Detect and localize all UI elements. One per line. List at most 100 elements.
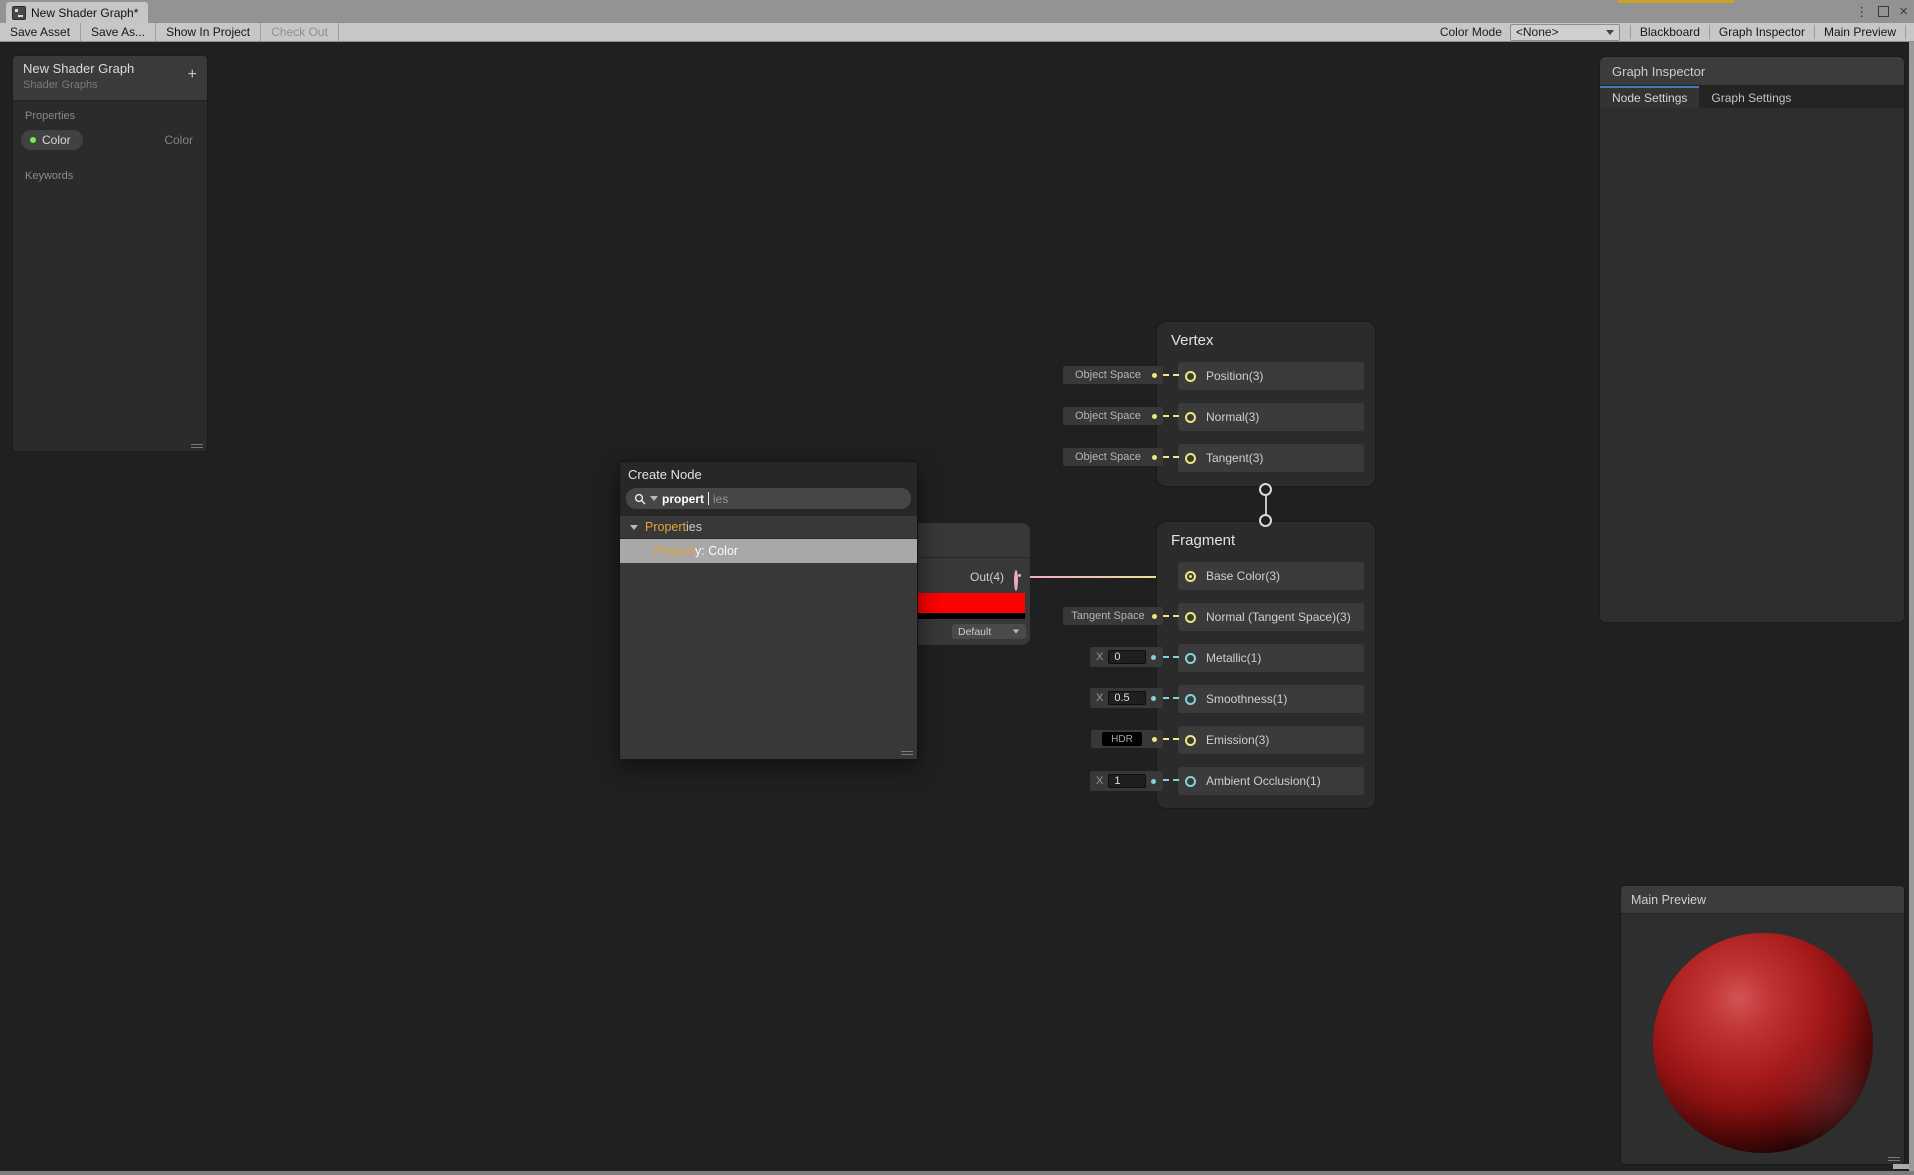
graph-type-label: Shader Graphs	[23, 79, 98, 91]
float-port-icon[interactable]	[1185, 693, 1196, 705]
vertex-row-position[interactable]: Position(3)	[1178, 362, 1364, 390]
search-filter-dropdown-icon[interactable]	[650, 496, 658, 501]
metallic-value-field[interactable]: 0	[1108, 650, 1147, 664]
emission-hdr-chip[interactable]: HDR	[1091, 730, 1163, 748]
save-as-button[interactable]: Save As...	[81, 23, 157, 41]
fragment-node[interactable]: Fragment Base Color(3) Normal (Tangent S…	[1156, 521, 1376, 809]
port-label: Position(3)	[1206, 369, 1264, 383]
chip-connector	[1163, 615, 1179, 617]
close-icon[interactable]: ×	[1899, 4, 1908, 19]
out-port-label: Out(4)	[969, 570, 1004, 584]
float-dot-icon	[1151, 695, 1157, 701]
inspector-tab-bar: Node Settings Graph Settings	[1600, 86, 1904, 108]
chip-connector	[1163, 456, 1179, 458]
color-mode-select[interactable]: Default	[952, 624, 1026, 639]
vector3-port-icon[interactable]	[1185, 370, 1196, 382]
vertex-row-tangent[interactable]: Tangent(3)	[1178, 444, 1364, 472]
shader-preview-sphere[interactable]	[1653, 933, 1873, 1153]
vector3-dot-icon	[1152, 736, 1157, 742]
float-port-icon[interactable]	[1185, 652, 1196, 664]
vector3-port-connected-icon[interactable]	[1185, 570, 1196, 582]
chip-connector	[1163, 779, 1179, 781]
float-port-icon[interactable]	[1185, 775, 1196, 787]
window-menu-icon[interactable]: ⋮	[1855, 5, 1868, 18]
ambient-occlusion-value-field[interactable]: 1	[1108, 774, 1147, 788]
stack-link-knob[interactable]	[1259, 514, 1272, 527]
text-caret	[708, 492, 709, 505]
fragment-row-ambient-occlusion[interactable]: Ambient Occlusion(1)	[1178, 767, 1364, 795]
object-space-chip[interactable]: Object Space	[1063, 448, 1163, 466]
hdr-color-field[interactable]: HDR	[1102, 732, 1142, 746]
fragment-row-base-color[interactable]: Base Color(3)	[1178, 562, 1364, 590]
preview-resize-grip[interactable]	[1888, 1157, 1900, 1161]
exposed-dot-icon	[30, 137, 36, 143]
check-out-button: Check Out	[261, 23, 339, 41]
vector3-port-icon[interactable]	[1185, 734, 1196, 746]
window-bottom-border[interactable]	[0, 1171, 1914, 1175]
result-row-property-color[interactable]: Property: Color	[620, 539, 917, 563]
save-asset-button[interactable]: Save Asset	[0, 23, 82, 41]
shader-graph-window: Vertex Position(3) Normal(3) Tangent(3) …	[0, 0, 1914, 1175]
properties-section-label: Properties	[25, 110, 76, 122]
dialog-resize-grip[interactable]	[901, 751, 913, 755]
main-preview-toggle-button[interactable]: Main Preview	[1813, 25, 1906, 39]
maximize-icon[interactable]	[1878, 6, 1890, 17]
blackboard-toggle-button[interactable]: Blackboard	[1629, 25, 1709, 39]
vertex-row-normal[interactable]: Normal(3)	[1178, 403, 1364, 431]
document-tab-title: New Shader Graph*	[31, 5, 139, 20]
graph-name: New Shader Graph	[23, 61, 135, 76]
fragment-row-emission[interactable]: Emission(3)	[1178, 726, 1364, 754]
color-node[interactable]: Out(4) Default	[918, 523, 1030, 645]
chip-connector	[1163, 656, 1179, 658]
property-pill-color[interactable]: Color	[21, 130, 83, 150]
color-swatch[interactable]	[918, 593, 1025, 613]
metallic-value-chip[interactable]: X 0	[1090, 647, 1163, 667]
stack-link-knob[interactable]	[1259, 483, 1272, 496]
vertex-node[interactable]: Vertex Position(3) Normal(3) Tangent(3)	[1156, 321, 1376, 487]
object-space-chip[interactable]: Object Space	[1063, 366, 1163, 384]
vector3-port-icon[interactable]	[1185, 611, 1196, 623]
port-label: Metallic(1)	[1206, 651, 1262, 665]
vector3-dot-icon	[1152, 454, 1157, 460]
chevron-down-icon	[1012, 629, 1020, 634]
main-preview-panel: Main Preview	[1620, 885, 1905, 1165]
blackboard-resize-grip[interactable]	[191, 444, 203, 448]
category-expand-icon[interactable]	[630, 524, 638, 530]
object-space-chip[interactable]: Object Space	[1063, 407, 1163, 425]
tab-graph-settings[interactable]: Graph Settings	[1699, 86, 1803, 108]
blackboard-header[interactable]: New Shader Graph Shader Graphs +	[13, 56, 207, 101]
search-autocomplete-hint: ies	[713, 491, 729, 506]
ambient-occlusion-value-chip[interactable]: X 1	[1090, 771, 1163, 791]
window-titlebar: New Shader Graph* ⋮ ×	[0, 0, 1914, 23]
port-label: Smoothness(1)	[1206, 692, 1288, 706]
smoothness-value-chip[interactable]: X 0.5	[1090, 688, 1163, 708]
color-mode-dropdown[interactable]: <None>	[1509, 23, 1620, 41]
fragment-row-smoothness[interactable]: Smoothness(1)	[1178, 685, 1364, 713]
fragment-row-metallic[interactable]: Metallic(1)	[1178, 644, 1364, 672]
fragment-row-normal[interactable]: Normal (Tangent Space)(3)	[1178, 603, 1364, 631]
vector4-port-connected-icon[interactable]	[1014, 570, 1018, 591]
property-type-label: Color	[164, 133, 193, 147]
window-resize-corner[interactable]	[1893, 1164, 1909, 1169]
window-right-border[interactable]	[1909, 42, 1914, 1171]
category-row-properties[interactable]: Properties	[620, 516, 917, 539]
chip-connector	[1163, 415, 1179, 417]
blackboard-panel: New Shader Graph Shader Graphs + Propert…	[12, 55, 208, 452]
port-label: Emission(3)	[1206, 733, 1270, 747]
search-typed-text: propert	[662, 491, 704, 506]
tab-node-settings[interactable]: Node Settings	[1600, 86, 1700, 108]
vector3-port-icon[interactable]	[1185, 452, 1196, 464]
vector3-port-icon[interactable]	[1185, 411, 1196, 423]
node-search-input[interactable]: propert ies	[626, 488, 911, 509]
graph-inspector-toggle-button[interactable]: Graph Inspector	[1708, 25, 1814, 39]
tangent-space-chip[interactable]: Tangent Space	[1063, 607, 1163, 625]
document-tab[interactable]: New Shader Graph*	[6, 2, 149, 23]
add-property-button[interactable]: +	[188, 67, 197, 83]
vector3-dot-icon	[1152, 413, 1157, 419]
search-icon	[634, 493, 646, 504]
port-label: Normal(3)	[1206, 410, 1260, 424]
float-dot-icon	[1151, 654, 1157, 660]
smoothness-value-field[interactable]: 0.5	[1108, 691, 1147, 705]
divider	[918, 557, 1030, 558]
show-in-project-button[interactable]: Show In Project	[156, 23, 262, 41]
